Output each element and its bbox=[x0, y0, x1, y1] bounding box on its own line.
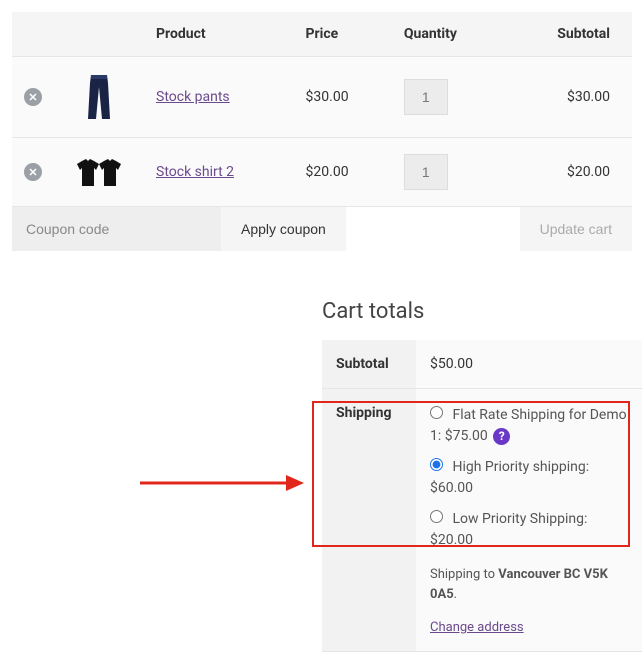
qty-input[interactable] bbox=[404, 79, 448, 115]
cart-table: Product Price Quantity Subtotal ✕ Stock … bbox=[12, 12, 632, 251]
shipping-destination: Shipping to Vancouver BC V5K 0A5. bbox=[430, 565, 628, 604]
shipping-option-label: High Priority shipping: bbox=[452, 459, 589, 475]
product-thumb[interactable] bbox=[54, 138, 144, 207]
shipping-option[interactable]: Flat Rate Shipping for Demo 1: $75.00 ? bbox=[430, 405, 628, 447]
product-link[interactable]: Stock pants bbox=[156, 89, 230, 105]
product-subtotal: $20.00 bbox=[505, 138, 632, 207]
remove-icon[interactable]: ✕ bbox=[24, 88, 42, 106]
coupon-input[interactable] bbox=[12, 207, 221, 251]
shipping-radio[interactable] bbox=[430, 458, 443, 471]
col-qty: Quantity bbox=[392, 12, 505, 57]
shipping-option[interactable]: High Priority shipping: $60.00 bbox=[430, 457, 628, 499]
cart-totals-title: Cart totals bbox=[322, 299, 642, 324]
col-subtotal: Subtotal bbox=[505, 12, 632, 57]
subtotal-label: Subtotal bbox=[322, 340, 416, 389]
col-product: Product bbox=[144, 12, 294, 57]
cart-row: ✕ Stock shirt 2 $20.00 $20.00 bbox=[12, 138, 632, 207]
subtotal-value: $50.00 bbox=[416, 340, 642, 389]
col-price: Price bbox=[294, 12, 392, 57]
product-price: $20.00 bbox=[294, 138, 392, 207]
qty-input[interactable] bbox=[404, 154, 448, 190]
shipping-option-price: $60.00 bbox=[430, 480, 473, 496]
pants-icon bbox=[83, 73, 115, 121]
shipping-option[interactable]: Low Priority Shipping: $20.00 bbox=[430, 509, 628, 551]
totals-table: Subtotal $50.00 Shipping Flat Rate Shipp… bbox=[322, 340, 642, 652]
product-thumb[interactable] bbox=[54, 57, 144, 138]
annotation-arrow-icon bbox=[136, 472, 306, 494]
change-address-link[interactable]: Change address bbox=[430, 620, 524, 635]
update-cart-button: Update cart bbox=[520, 207, 632, 251]
product-price: $30.00 bbox=[294, 57, 392, 138]
shipping-option-label: Low Priority Shipping: bbox=[452, 511, 587, 527]
apply-coupon-button[interactable]: Apply coupon bbox=[221, 207, 346, 251]
shipping-radio[interactable] bbox=[430, 406, 443, 419]
remove-icon[interactable]: ✕ bbox=[24, 163, 42, 181]
shipping-label: Shipping bbox=[322, 389, 416, 652]
shipping-options: Flat Rate Shipping for Demo 1: $75.00 ? … bbox=[430, 405, 628, 551]
cart-row: ✕ Stock pants $30.00 $30.00 bbox=[12, 57, 632, 138]
shipping-option-price: $75.00 bbox=[445, 428, 488, 444]
shipping-option-price: $20.00 bbox=[430, 532, 473, 548]
shipping-radio[interactable] bbox=[430, 510, 443, 523]
product-link[interactable]: Stock shirt 2 bbox=[156, 164, 234, 180]
help-icon[interactable]: ? bbox=[493, 428, 510, 445]
shirt-icon bbox=[74, 154, 124, 190]
product-subtotal: $30.00 bbox=[505, 57, 632, 138]
